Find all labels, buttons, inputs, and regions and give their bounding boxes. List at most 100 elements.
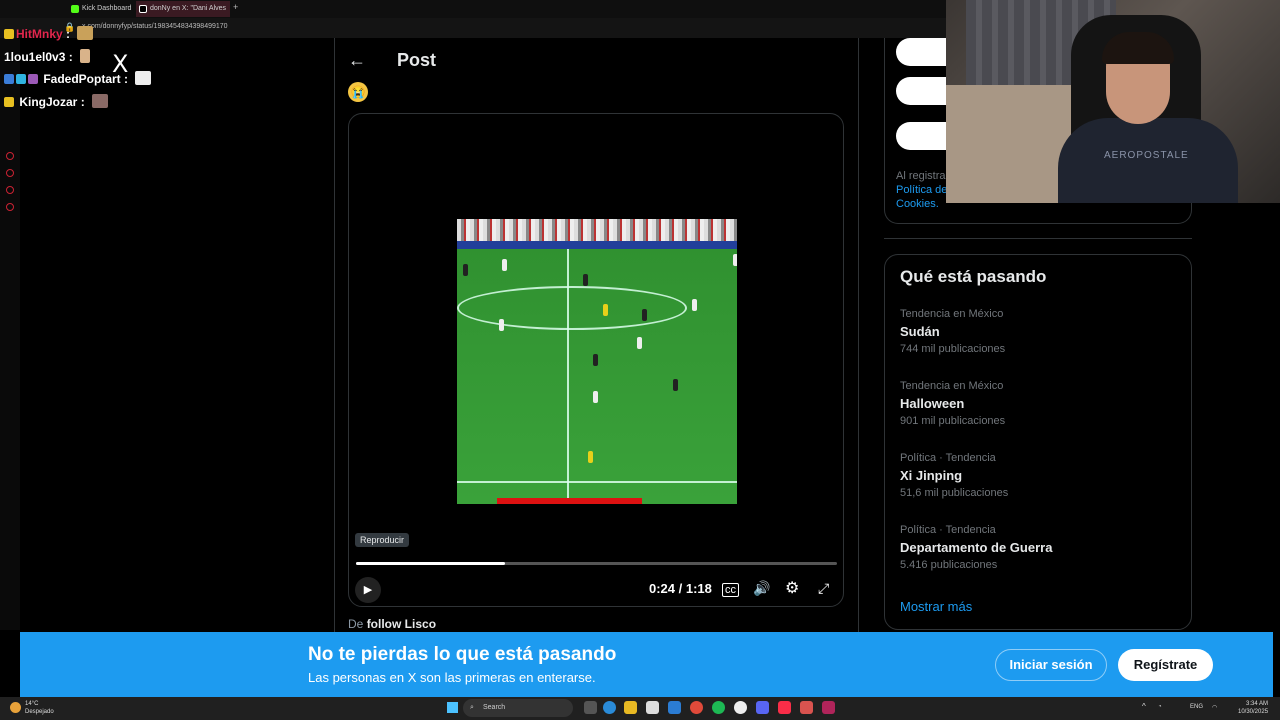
- discord-icon[interactable]: [756, 701, 769, 714]
- weather-temp: 14°C: [25, 701, 39, 707]
- player: [603, 304, 608, 316]
- webcam-overlay: AEROPOSTALE: [946, 0, 1280, 203]
- streaming-app-icon[interactable]: [822, 701, 835, 714]
- player: [502, 259, 507, 271]
- task-view-icon[interactable]: [584, 701, 597, 714]
- login-button[interactable]: Iniciar sesión: [995, 649, 1107, 681]
- chat-username: 1lou1el0v3: [4, 50, 66, 64]
- rail-icon[interactable]: [6, 169, 14, 177]
- badge-icon: [28, 74, 38, 84]
- video-player[interactable]: Reproducir ▶ 0:24 / 1:18 cc 🔊 ⚙ ⤢: [348, 113, 844, 607]
- trend-name: Departamento de Guerra: [900, 540, 1053, 555]
- badge-icon: [4, 29, 14, 39]
- banner-heading: No te pierdas lo que está pasando: [308, 644, 617, 665]
- trend-item[interactable]: Tendencia en México Sudán 744 mil public…: [900, 308, 1180, 355]
- player: [733, 254, 737, 266]
- language-indicator[interactable]: ENG: [1190, 704, 1203, 710]
- clock-time: 3:34 AM: [1246, 701, 1269, 707]
- video-progress-bar[interactable]: [356, 562, 837, 565]
- github-icon[interactable]: [734, 701, 747, 714]
- chat-text: :: [80, 95, 85, 109]
- player: [692, 299, 697, 311]
- chat-text: :: [68, 50, 73, 64]
- crying-face-icon: 😭: [348, 82, 368, 102]
- video-frame[interactable]: [457, 219, 737, 504]
- player: [499, 319, 504, 331]
- emote-icon: [92, 94, 109, 108]
- trend-count: 5.416 publicaciones: [900, 559, 998, 571]
- trend-name: Sudán: [900, 324, 940, 339]
- trend-context: Política · Tendencia: [900, 452, 996, 464]
- settings-icon[interactable]: ⚙: [785, 578, 799, 598]
- network-icon[interactable]: ◔: [1158, 704, 1162, 710]
- player: [593, 391, 598, 403]
- fineprint-text: Al registrar: [896, 170, 950, 182]
- kick-icon: [71, 5, 79, 13]
- mail-icon[interactable]: [668, 701, 681, 714]
- chevron-up-icon[interactable]: ^: [1142, 702, 1146, 711]
- captions-icon[interactable]: cc: [722, 583, 739, 597]
- wifi-icon[interactable]: ◠: [1212, 704, 1217, 711]
- center-circle: [457, 286, 687, 330]
- trend-item[interactable]: Política · Tendencia Xi Jinping 51,6 mil…: [900, 452, 1180, 499]
- emote-icon: [77, 26, 94, 40]
- rail-icon[interactable]: [6, 203, 14, 211]
- divider: [884, 238, 1192, 239]
- photos-icon[interactable]: [800, 701, 813, 714]
- music-icon[interactable]: [778, 701, 791, 714]
- trend-context: Política · Tendencia: [900, 524, 996, 536]
- trend-name: Halloween: [900, 396, 965, 411]
- trend-item[interactable]: Política · Tendencia Departamento de Gue…: [900, 524, 1180, 571]
- edge-icon[interactable]: [603, 701, 616, 714]
- search-icon: ⌕: [470, 704, 474, 711]
- trend-name: Xi Jinping: [900, 468, 963, 483]
- chat-username: KingJozar: [19, 95, 78, 109]
- chat-username: HitMnky: [16, 27, 63, 41]
- player: [642, 309, 647, 321]
- chat-text: :: [124, 72, 129, 86]
- rail-icon[interactable]: [6, 186, 14, 194]
- show-more-link[interactable]: Mostrar más: [900, 599, 972, 614]
- fullscreen-icon[interactable]: ⤢: [818, 580, 829, 597]
- new-tab-icon[interactable]: +: [233, 2, 238, 12]
- advertising-board: [457, 241, 737, 249]
- url-text: x.com/donnyfyp/status/198345483439849917…: [82, 23, 228, 30]
- player: [463, 264, 468, 276]
- trend-context: Tendencia en México: [900, 308, 1004, 320]
- emote-icon: [80, 49, 91, 63]
- chrome-icon[interactable]: [690, 701, 703, 714]
- signup-button[interactable]: Regístrate: [1118, 649, 1213, 681]
- side-rail: [0, 38, 20, 630]
- privacy-link[interactable]: Política de: [896, 183, 949, 197]
- chat-message: FadedPoptart :: [4, 71, 152, 86]
- file-explorer-icon[interactable]: [624, 701, 637, 714]
- volume-icon[interactable]: 🔊: [753, 580, 770, 597]
- badge-icon: [4, 97, 14, 107]
- tab-kick-dashboard[interactable]: Kick Dashboard: [68, 1, 132, 17]
- tab-label: Kick Dashboard: [82, 5, 132, 12]
- tab-x-post[interactable]: donNy en X: "Dani Alves: [136, 1, 230, 17]
- windows-start-icon[interactable]: [447, 702, 458, 713]
- trend-count: 901 mil publicaciones: [900, 415, 1006, 427]
- player: [593, 354, 598, 366]
- weather-widget[interactable]: 14°C Despejado: [25, 700, 54, 716]
- arrow-left-icon[interactable]: ←: [348, 50, 366, 71]
- emote-icon: [135, 71, 152, 85]
- spotify-icon[interactable]: [712, 701, 725, 714]
- trends-title: Qué está pasando: [900, 267, 1047, 286]
- source-prefix: De: [348, 617, 364, 631]
- play-icon[interactable]: ▶: [355, 577, 381, 603]
- trend-item[interactable]: Tendencia en México Halloween 901 mil pu…: [900, 380, 1180, 427]
- taskbar-search[interactable]: ⌕ Search: [463, 699, 573, 717]
- chat-message: KingJozar :: [4, 94, 109, 109]
- weather-desc: Despejado: [25, 709, 54, 715]
- rail-icon[interactable]: [6, 152, 14, 160]
- store-icon[interactable]: [646, 701, 659, 714]
- address-bar[interactable]: 🔒 x.com/donnyfyp/status/1983454834398499…: [0, 18, 946, 38]
- cookies-link[interactable]: Cookies.: [896, 197, 949, 211]
- taskbar-clock[interactable]: 3:34 AM 10/30/2025: [1238, 700, 1268, 716]
- source-attribution[interactable]: De follow Lisco: [348, 617, 436, 631]
- source-name[interactable]: follow Lisco: [367, 617, 436, 631]
- banner-subheading: Las personas en X son las primeras en en…: [308, 670, 596, 685]
- trends-panel: Qué está pasando Tendencia en México Sud…: [884, 254, 1192, 630]
